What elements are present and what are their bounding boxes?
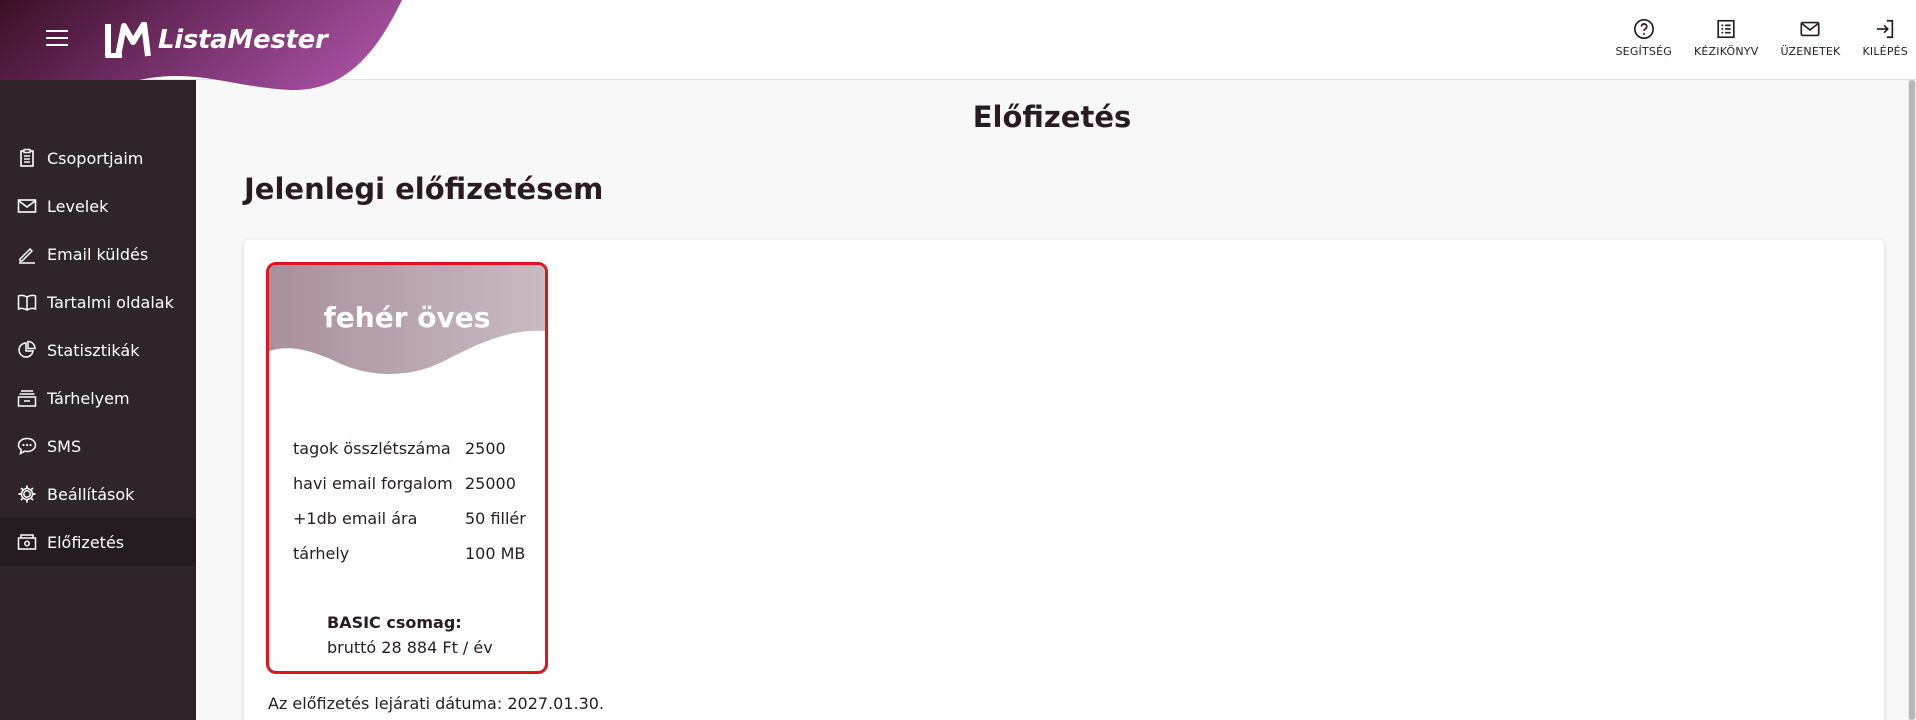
envelope-icon: [17, 199, 37, 213]
sidebar-item-sms[interactable]: SMS: [0, 422, 196, 470]
sms-icon: [17, 437, 37, 455]
sidebar-item-statistics[interactable]: Statisztikák: [0, 326, 196, 374]
sidebar-item-label: Email küldés: [47, 244, 149, 264]
sidebar-item-label: Levelek: [47, 196, 109, 216]
logo-mark-icon: [105, 22, 151, 58]
subscription-icon: [17, 534, 37, 550]
sidebar-item-label: Statisztikák: [47, 340, 140, 360]
manual-icon: [1717, 19, 1735, 39]
mail-icon: [1800, 21, 1821, 37]
subscription-panel: fehér öves tagok összlétszáma 2500 havi …: [244, 240, 1884, 720]
scrollbar-thumb[interactable]: [1909, 80, 1915, 720]
sidebar-item-groups[interactable]: Csoportjaim: [0, 134, 196, 182]
pie-chart-icon: [18, 340, 36, 358]
sidebar-item-label: Beállítások: [47, 484, 135, 504]
sidebar-item-storage[interactable]: Tárhelyem: [0, 374, 196, 422]
sidebar-item-label: SMS: [47, 436, 82, 456]
sidebar: Csoportjaim Levelek Email küldés Tartalm…: [0, 80, 196, 720]
logo[interactable]: ListaMester: [104, 22, 328, 58]
plan-row: tárhely 100 MB: [293, 536, 526, 571]
manual-button[interactable]: KÉZIKÖNYV: [1694, 18, 1759, 58]
plan-row-value: 100 MB: [465, 544, 526, 563]
help-button[interactable]: SEGÍTSÉG: [1615, 18, 1672, 58]
plan-card[interactable]: fehér öves tagok összlétszáma 2500 havi …: [266, 262, 548, 674]
sidebar-item-label: Csoportjaim: [47, 148, 144, 168]
gear-icon: [18, 485, 36, 503]
expiry-date-text: Az előfizetés lejárati dátuma: 2027.01.3…: [268, 694, 605, 713]
plan-row-key: +1db email ára: [293, 509, 418, 528]
sidebar-item-send-email[interactable]: Email küldés: [0, 230, 196, 278]
book-icon: [17, 294, 37, 311]
page-title: Előfizetés: [972, 100, 1132, 134]
sidebar-item-label: Tárhelyem: [47, 388, 130, 408]
sidebar-item-label: Tartalmi oldalak: [47, 292, 174, 312]
main-content: Előfizetés Jelenlegi előfizetésem fehér …: [196, 80, 1908, 720]
plan-row-key: tagok összlétszáma: [293, 439, 451, 458]
plan-details: tagok összlétszáma 2500 havi email forga…: [293, 431, 526, 571]
clipboard-icon: [20, 148, 34, 167]
logo-text: ListaMester: [158, 25, 328, 55]
top-actions: SEGÍTSÉG KÉZIKÖNYV ÜZENETEK KILÉPÉS: [1615, 18, 1908, 58]
pen-icon: [19, 247, 35, 264]
sidebar-item-content-pages[interactable]: Tartalmi oldalak: [0, 278, 196, 326]
plan-row-value: 25000: [465, 474, 516, 493]
sidebar-item-subscription[interactable]: Előfizetés: [0, 518, 196, 566]
sidebar-item-settings[interactable]: Beállítások: [0, 470, 196, 518]
help-icon: [1633, 19, 1654, 39]
logout-icon: [1876, 19, 1894, 39]
plan-row: tagok összlétszáma 2500: [293, 431, 526, 466]
plan-row-value: 2500: [465, 439, 506, 458]
menu-toggle-button[interactable]: [46, 30, 68, 48]
plan-row-key: tárhely: [293, 544, 350, 563]
plan-row: +1db email ára 50 fillér: [293, 501, 526, 536]
plan-price-value: bruttó 28 884 Ft / év: [327, 638, 493, 657]
section-title: Jelenlegi előfizetésem: [244, 172, 604, 206]
sidebar-item-label: Előfizetés: [47, 532, 125, 552]
scrollbar[interactable]: [1908, 80, 1916, 720]
plan-row: havi email forgalom 25000: [293, 466, 526, 501]
plan-row-key: havi email forgalom: [293, 474, 453, 493]
plan-price-title: BASIC csomag:: [327, 613, 462, 632]
plan-price: BASIC csomag: bruttó 28 884 Ft / év: [327, 613, 493, 657]
top-bar: ListaMester SEGÍTSÉG KÉZIKÖNYV ÜZENETEK …: [0, 0, 1916, 96]
messages-button[interactable]: ÜZENETEK: [1780, 18, 1840, 58]
logout-button[interactable]: KILÉPÉS: [1862, 18, 1908, 58]
plan-row-value: 50 fillér: [465, 509, 526, 528]
storage-icon: [17, 390, 37, 407]
sidebar-item-letters[interactable]: Levelek: [0, 182, 196, 230]
plan-name: fehér öves: [323, 301, 491, 334]
